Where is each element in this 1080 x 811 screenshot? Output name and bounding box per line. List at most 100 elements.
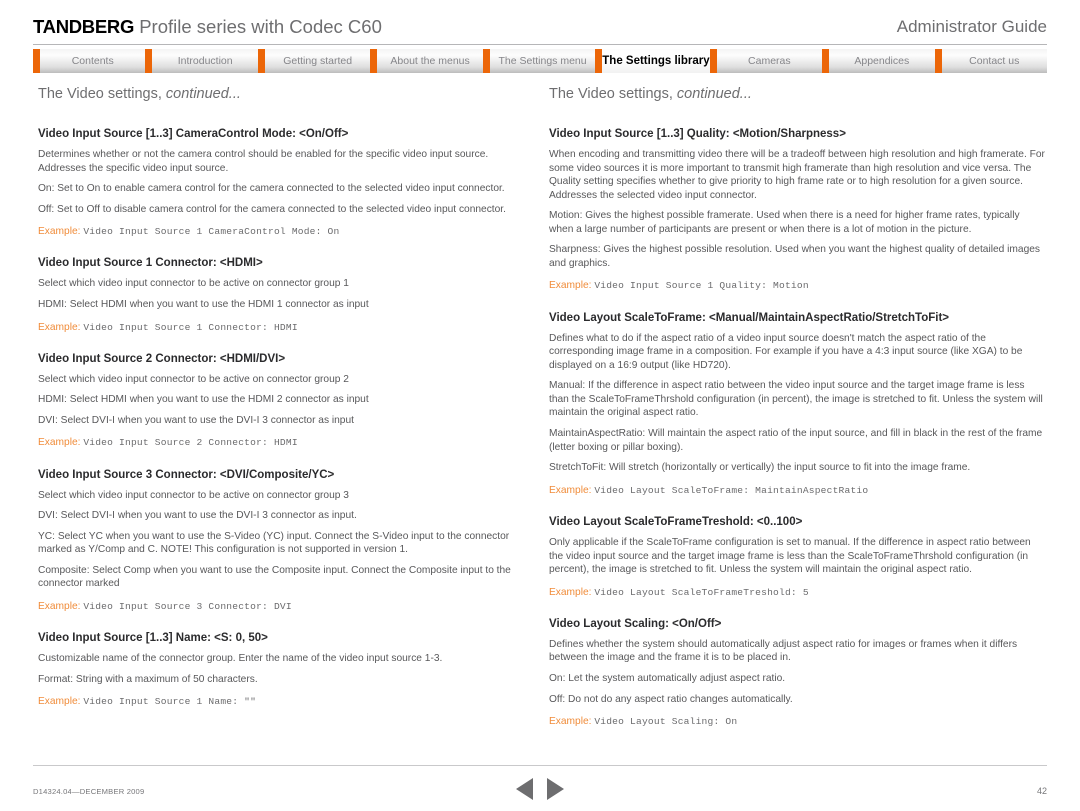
page-footer: D14324.04—DECEMBER 2009 42 [0,765,1080,811]
brand-name: TANDBERG [33,15,135,37]
page-header: TANDBERG Profile series with Codec C60 A… [0,0,1080,45]
tab-the-settings-menu[interactable]: The Settings menu [482,49,596,73]
setting-example: Example: Video Input Source 3 Connector:… [38,600,535,614]
right-column: The Video settings, continued... Video I… [549,86,1046,746]
example-code: Video Input Source 1 Name: "" [83,696,257,708]
setting-example: Example: Video Input Source 2 Connector:… [38,436,535,450]
setting-section: Video Input Source [1..3] CameraControl … [38,127,535,239]
setting-section: Video Input Source [1..3] Quality: <Moti… [549,127,1046,294]
setting-paragraph: HDMI: Select HDMI when you want to use t… [38,298,369,310]
setting-paragraph: Composite: Select Comp when you want to … [38,564,511,590]
setting-paragraph: Off: Do not do any aspect ratio changes … [549,693,793,705]
right-column-title-continued: continued... [676,86,752,102]
guide-title: Administrator Guide [896,17,1047,36]
tab-label: About the menus [390,55,470,67]
tab-contents[interactable]: Contents [33,49,146,73]
setting-section: Video Layout ScaleToFrameTreshold: <0..1… [549,515,1046,600]
setting-paragraph: On: Let the system automatically adjust … [549,672,786,684]
setting-paragraph: Select which video input connector to be… [38,489,349,501]
example-label: Example: [38,437,81,449]
tab-label: Contents [71,55,114,67]
tab-introduction[interactable]: Introduction [145,49,258,73]
left-column: The Video settings, continued... Video I… [38,86,535,727]
tab-label: Cameras [748,55,791,67]
example-code: Video Layout ScaleToFrame: MaintainAspec… [594,484,869,496]
page-number: 42 [1036,786,1047,796]
setting-paragraph: HDMI: Select HDMI when you want to use t… [38,394,369,406]
setting-paragraph: Determines whether or not the camera con… [38,148,489,174]
setting-paragraph: Only applicable if the ScaleToFrame conf… [549,536,1031,576]
setting-paragraph: MaintainAspectRatio: Will maintain the a… [549,428,1043,453]
tab-the-settings-library[interactable]: The Settings library [595,49,710,73]
setting-paragraph: Defines whether the system should automa… [549,638,1018,664]
tab-label: Appendices [854,55,910,67]
setting-example: Example: Video Layout ScaleToFrameTresho… [549,586,1046,600]
example-label: Example: [38,601,81,613]
setting-section: Video Input Source 3 Connector: <DVI/Com… [38,468,535,615]
tab-appendices[interactable]: Appendices [822,49,935,73]
example-label: Example: [38,696,81,708]
setting-paragraph: Format: String with a maximum of 50 char… [38,673,258,685]
setting-example: Example: Video Input Source 1 CameraCont… [38,225,535,239]
setting-section: Video Layout ScaleToFrame: <Manual/Maint… [549,311,1046,498]
tab-label: Introduction [177,55,233,67]
setting-paragraph: Off: Set to Off to disable camera contro… [38,203,506,215]
tab-label: The Settings library [602,55,710,67]
setting-heading: Video Layout ScaleToFrameTreshold: <0..1… [549,516,803,528]
tab-label: Getting started [283,55,353,67]
setting-paragraph: Sharpness: Gives the highest possible re… [549,244,1040,269]
example-label: Example: [38,321,81,333]
setting-section: Video Input Source 2 Connector: <HDMI/DV… [38,352,535,451]
footer-navigation[interactable] [516,778,564,800]
left-column-title-main: The Video settings, [38,86,162,102]
example-label: Example: [549,280,592,292]
next-page-arrow-icon[interactable] [547,778,564,800]
header-divider [33,44,1047,45]
setting-paragraph: Customizable name of the connector group… [38,653,443,665]
example-code: Video Input Source 1 Quality: Motion [594,280,809,292]
setting-paragraph: Select which video input connector to be… [38,373,349,385]
setting-paragraph: YC: Select YC when you want to use the S… [38,530,510,556]
tab-cameras[interactable]: Cameras [709,49,823,73]
setting-example: Example: Video Input Source 1 Connector:… [38,321,535,335]
setting-paragraph: On: Set to On to enable camera control f… [38,183,505,195]
example-code: Video Input Source 2 Connector: HDMI [83,437,298,449]
setting-paragraph: When encoding and transmitting video the… [549,148,1045,201]
setting-paragraph: Defines what to do if the aspect ratio o… [549,332,1023,371]
setting-paragraph: Motion: Gives the highest possible frame… [549,210,1020,235]
previous-page-arrow-icon[interactable] [516,778,533,800]
setting-paragraph: Manual: If the difference in aspect rati… [549,380,1043,419]
example-label: Example: [549,484,592,496]
tab-label: Contact us [969,55,1020,67]
right-column-title-main: The Video settings, [549,86,673,102]
navigation-tabbar[interactable]: Contents Introduction Getting started About… [33,49,1047,73]
example-label: Example: [549,586,592,598]
setting-example: Example: Video Layout ScaleToFrame: Main… [549,484,1046,498]
example-code: Video Layout ScaleToFrameTreshold: 5 [594,586,809,598]
setting-heading: Video Input Source 2 Connector: <HDMI/DV… [38,352,286,365]
tab-contact-us[interactable]: Contact us [934,49,1047,73]
setting-heading: Video Input Source 1 Connector: <HDMI> [38,257,263,270]
setting-example: Example: Video Input Source 1 Quality: M… [549,279,1046,293]
setting-example: Example: Video Input Source 1 Name: "" [38,695,535,709]
example-code: Video Input Source 3 Connector: DVI [83,601,292,613]
setting-section: Video Layout Scaling: <On/Off> Defines wh… [549,617,1046,729]
left-column-title-continued: continued... [165,86,241,102]
tab-getting-started[interactable]: Getting started [257,49,371,73]
setting-heading: Video Input Source 3 Connector: <DVI/Com… [38,468,335,481]
setting-section: Video Input Source 1 Connector: <HDMI> Se… [38,256,535,334]
document-id: D14324.04—DECEMBER 2009 [33,787,145,796]
example-label: Example: [38,226,81,238]
example-code: Video Layout Scaling: On [594,716,738,728]
setting-paragraph: StretchToFit: Will stretch (horizontally… [549,462,971,474]
example-code: Video Input Source 1 CameraControl Mode:… [83,226,340,238]
example-label: Example: [549,716,592,728]
setting-heading: Video Layout Scaling: <On/Off> [549,617,722,630]
setting-paragraph: DVI: Select DVI-I when you want to use t… [38,510,357,522]
setting-paragraph: DVI: Select DVI-I when you want to use t… [38,414,354,426]
brand-title: TANDBERG Profile series with Codec C60 [33,15,382,37]
tab-about-the-menus[interactable]: About the menus [370,49,483,73]
example-code: Video Input Source 1 Connector: HDMI [83,321,298,333]
document-page: TANDBERG Profile series with Codec C60 A… [0,0,1080,811]
setting-section: Video Input Source [1..3] Name: <S: 0, 5… [38,631,535,709]
